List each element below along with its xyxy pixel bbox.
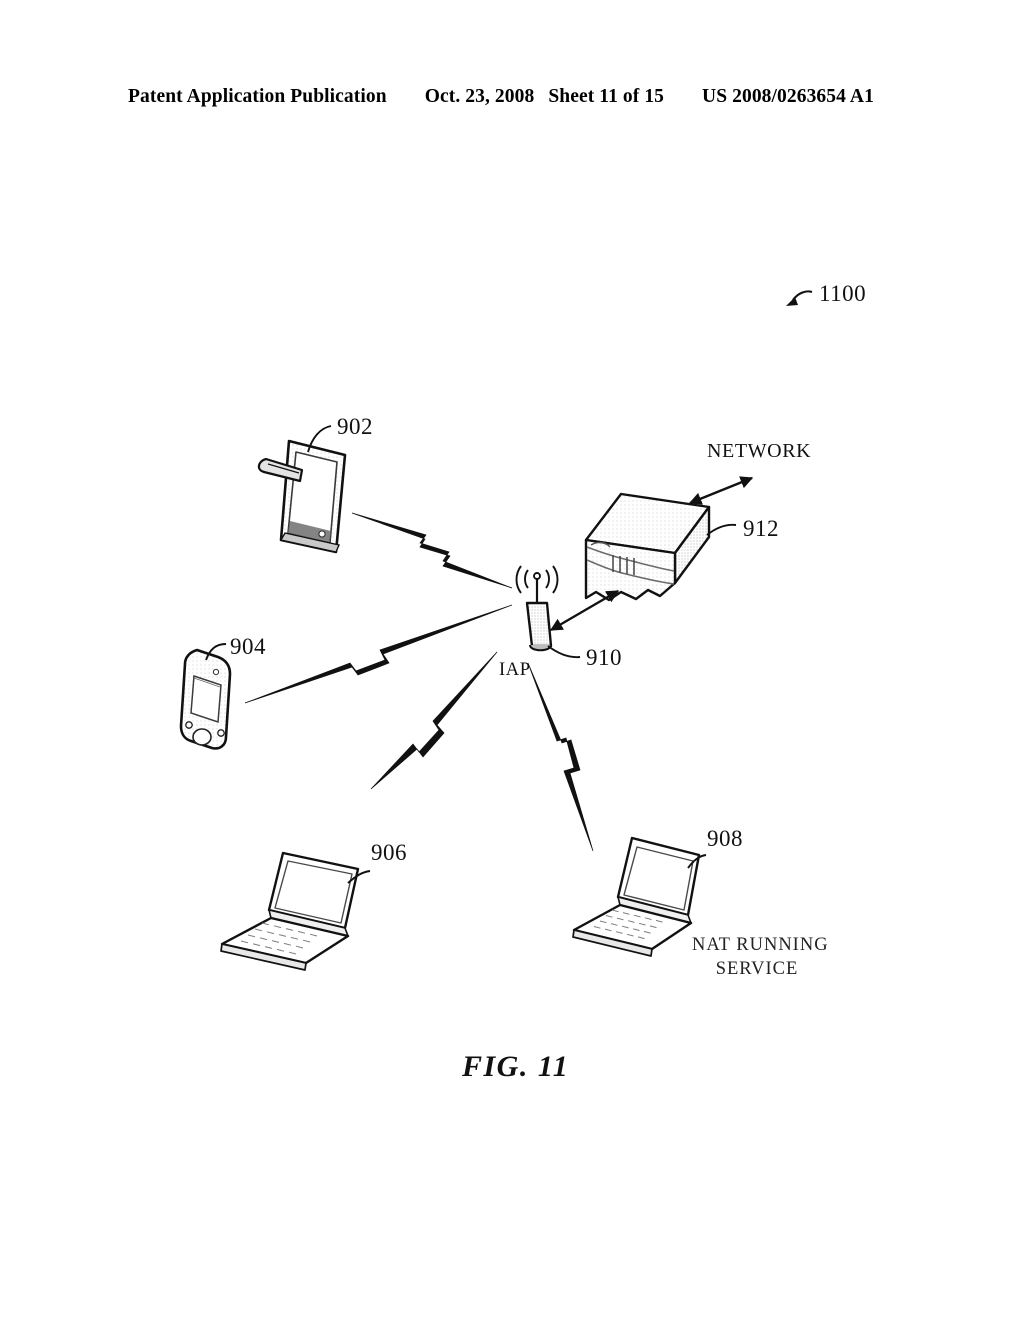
link-arrow-router-network <box>688 476 754 505</box>
device-904-pda <box>179 643 232 750</box>
figure-caption: FIG. 11 <box>462 1050 570 1083</box>
reference-numeral-904: 904 <box>230 634 266 659</box>
reference-numeral-906: 906 <box>371 840 407 865</box>
wireless-link-906-910 <box>370 651 498 790</box>
nat-service-label-line1: NAT RUNNING <box>692 935 829 955</box>
device-902-tablet <box>257 425 347 554</box>
diagram-number-1100: 1100 <box>819 281 867 306</box>
reference-numeral-910: 910 <box>586 645 622 670</box>
reference-numeral-908: 908 <box>707 826 743 851</box>
link-arrow-iap-router <box>549 590 620 631</box>
reference-numeral-912: 912 <box>743 516 779 541</box>
reference-numeral-902: 902 <box>337 414 373 439</box>
device-908-laptop <box>572 836 707 957</box>
nat-service-label-line2: SERVICE <box>715 959 799 979</box>
iap-label: IAP <box>499 660 531 680</box>
wireless-link-910-908 <box>527 662 594 852</box>
device-906-laptop <box>220 851 371 971</box>
diagram-number-leader <box>786 290 813 306</box>
wireless-link-902-910 <box>351 512 513 589</box>
network-label: NETWORK <box>707 440 812 462</box>
device-912-router <box>584 492 737 602</box>
wireless-link-904-910 <box>244 604 513 704</box>
device-910-access-point <box>515 565 581 659</box>
